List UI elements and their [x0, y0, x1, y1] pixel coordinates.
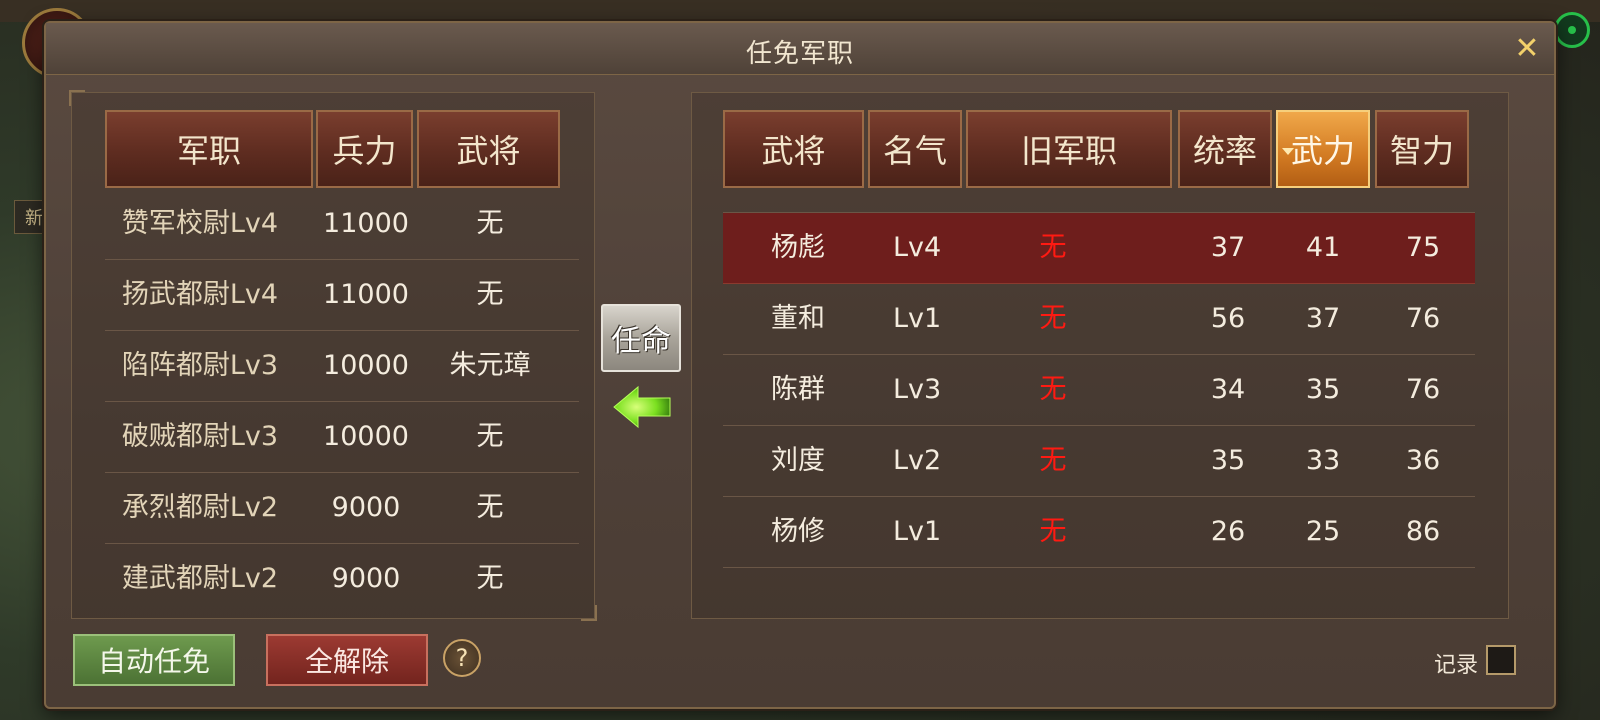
position-troops: 11000	[323, 208, 409, 239]
top-resource-bar	[0, 0, 1600, 22]
general-old-post: 无	[1039, 445, 1067, 476]
help-icon[interactable]: ?	[443, 639, 481, 677]
general-command: 26	[1210, 516, 1246, 547]
position-name: 建武都尉Lv2	[121, 563, 279, 594]
position-name: 承烈都尉Lv2	[121, 492, 279, 523]
general-force: 33	[1305, 445, 1341, 476]
general-force: 25	[1305, 516, 1341, 547]
position-general: 无	[476, 208, 504, 239]
position-name: 赞军校尉Lv4	[121, 208, 279, 239]
game-scene: 新 任免军职 ✕ 军职 兵力 武将 赞军校尉Lv4 11000 无 扬武都尉Lv…	[0, 0, 1600, 720]
position-troops: 9000	[331, 563, 401, 594]
general-intel: 36	[1405, 445, 1441, 476]
positions-panel: 军职 兵力 武将 赞军校尉Lv4 11000 无 扬武都尉Lv4 11000 无…	[69, 90, 597, 621]
general-old-post: 无	[1039, 516, 1067, 547]
position-troops: 10000	[323, 350, 409, 381]
general-name: 杨修	[771, 516, 825, 547]
general-name: 董和	[771, 303, 825, 334]
general-intel: 86	[1405, 516, 1441, 547]
appoint-button[interactable]: 任命	[601, 304, 681, 372]
general-row-selected[interactable]: 杨彪 Lv4 无 37 41 75	[723, 213, 1475, 284]
general-row[interactable]: 陈群 Lv3 无 34 35 76	[723, 355, 1475, 426]
close-icon[interactable]: ✕	[1512, 34, 1542, 65]
general-force: 41	[1305, 232, 1341, 263]
header-fame[interactable]: 名气	[868, 110, 962, 188]
position-name: 破贼都尉Lv3	[121, 421, 279, 452]
position-general: 无	[476, 279, 504, 310]
general-row[interactable]: 杨修 Lv1 无 26 25 86	[723, 497, 1475, 568]
general-fame: Lv3	[893, 374, 942, 405]
position-troops: 9000	[331, 492, 401, 523]
sort-desc-icon	[1282, 148, 1294, 155]
position-name: 陷阵都尉Lv3	[121, 350, 279, 381]
generals-panel: 武将 名气 旧军职 统率 武力 智力 董承 Lv2 无 61 58 61	[691, 92, 1509, 619]
general-fame: Lv4	[893, 232, 942, 263]
header-troops[interactable]: 兵力	[316, 110, 413, 188]
header-old-post[interactable]: 旧军职	[966, 110, 1172, 188]
general-force: 58	[1278, 189, 1368, 212]
position-row[interactable]: 承烈都尉Lv2 9000 无	[105, 473, 579, 544]
general-intel: 61	[1378, 189, 1468, 212]
appoint-dialog: 任免军职 ✕ 军职 兵力 武将 赞军校尉Lv4 11000 无 扬武都尉Lv4 …	[44, 21, 1556, 709]
header-position[interactable]: 军职	[105, 110, 313, 188]
header-force[interactable]: 武力	[1276, 110, 1370, 188]
general-name: 杨彪	[771, 232, 825, 263]
general-old-post: 无	[1039, 374, 1067, 405]
general-force: 35	[1305, 374, 1341, 405]
position-general: 朱元璋	[449, 350, 531, 381]
generals-list: 董承 Lv2 无 61 58 61 杨彪 Lv4 无 37 41 75	[723, 189, 1475, 618]
general-name: 刘度	[771, 445, 825, 476]
general-intel: 76	[1405, 374, 1441, 405]
position-row[interactable]: 陷阵都尉Lv3 10000 朱元璋	[105, 331, 579, 402]
record-label: 记录	[1434, 653, 1479, 678]
position-troops: 11000	[323, 279, 409, 310]
position-general: 无	[476, 563, 504, 594]
general-command: 37	[1210, 232, 1246, 263]
header-force-label: 武力	[1290, 132, 1355, 170]
dialog-title-bar: 任免军职 ✕	[46, 23, 1554, 75]
record-checkbox[interactable]	[1486, 645, 1516, 675]
general-command: 35	[1210, 445, 1246, 476]
position-name: 扬武都尉Lv4	[121, 279, 279, 310]
dismiss-all-button[interactable]: 全解除	[266, 634, 428, 686]
general-command: 61	[1178, 189, 1278, 212]
general-row[interactable]: 董承 Lv2 无 61 58 61	[723, 189, 1475, 213]
general-name: 董承	[743, 189, 853, 212]
general-row[interactable]: 刘度 Lv2 无 35 33 36	[723, 426, 1475, 497]
positions-list: 赞军校尉Lv4 11000 无 扬武都尉Lv4 11000 无 陷阵都尉Lv3 …	[105, 189, 579, 616]
position-general: 无	[476, 492, 504, 523]
general-fame: Lv2	[893, 189, 973, 212]
general-fame: Lv1	[893, 303, 942, 334]
general-command: 56	[1210, 303, 1246, 334]
general-intel: 76	[1405, 303, 1441, 334]
position-troops: 10000	[323, 421, 409, 452]
auto-appoint-button[interactable]: 自动任免	[73, 634, 235, 686]
position-row[interactable]: 建武都尉Lv2 9000 无	[105, 544, 579, 615]
arrow-left-icon	[613, 385, 671, 429]
general-fame: Lv1	[893, 516, 942, 547]
header-general[interactable]: 武将	[417, 110, 560, 188]
general-old-post: 无	[1039, 232, 1067, 263]
general-name: 陈群	[771, 374, 825, 405]
position-row[interactable]: 赞军校尉Lv4 11000 无	[105, 189, 579, 260]
dialog-title: 任免军职	[745, 39, 854, 69]
position-general: 无	[476, 421, 504, 452]
position-row[interactable]: 扬武都尉Lv4 11000 无	[105, 260, 579, 331]
signal-icon	[1554, 12, 1590, 48]
header-intel[interactable]: 智力	[1375, 110, 1469, 188]
general-force: 37	[1305, 303, 1341, 334]
general-command: 34	[1210, 374, 1246, 405]
general-old-post: 无	[988, 189, 1118, 212]
header-general-name[interactable]: 武将	[723, 110, 864, 188]
general-row[interactable]: 董和 Lv1 无 56 37 76	[723, 284, 1475, 355]
position-row[interactable]: 破贼都尉Lv3 10000 无	[105, 402, 579, 473]
general-intel: 75	[1405, 232, 1441, 263]
general-old-post: 无	[1039, 303, 1067, 334]
header-command[interactable]: 统率	[1178, 110, 1272, 188]
general-fame: Lv2	[893, 445, 942, 476]
